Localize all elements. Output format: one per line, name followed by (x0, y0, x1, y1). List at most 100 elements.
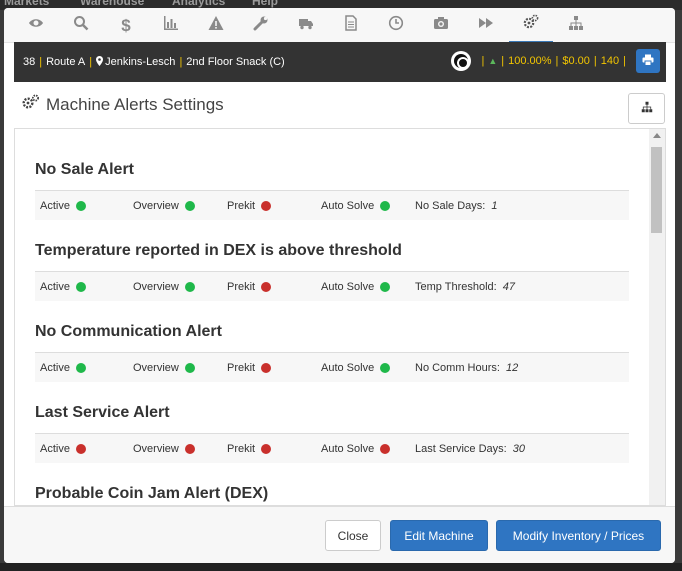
cash-amount: $0.00 (562, 55, 590, 67)
status-dot (261, 444, 272, 454)
nav-warehouse[interactable]: Warehouse (80, 0, 144, 8)
item-count: 140 (600, 55, 620, 67)
prekit-setting[interactable]: Prekit (227, 281, 272, 293)
modify-inventory-button[interactable]: Modify Inventory / Prices (496, 520, 661, 551)
auto-solve-setting[interactable]: Auto Solve (321, 443, 391, 455)
status-dot (380, 444, 391, 454)
separator: | (555, 55, 559, 67)
alert-parameter: No Comm Hours: 12 (415, 362, 519, 374)
active-setting[interactable]: Active (40, 281, 86, 293)
map-marker-icon (96, 55, 104, 69)
tab-truck[interactable] (284, 8, 328, 43)
machine-modal: $ 38 | Route A | Jenkins-Lesch | 2nd Flo… (4, 8, 675, 563)
active-setting[interactable]: Active (40, 362, 86, 374)
tab-hierarchy[interactable] (554, 8, 598, 43)
close-button[interactable]: Close (325, 520, 381, 551)
alert-parameter: No Sale Days: 1 (415, 200, 498, 212)
separator: | (179, 56, 183, 68)
background-table-edge (0, 563, 682, 571)
truck-icon (298, 15, 314, 36)
machine-id: 38 (23, 56, 36, 68)
alert-parameter: Temp Threshold: 47 (415, 281, 515, 293)
nav-help[interactable]: Help (252, 0, 278, 8)
alerts-panel[interactable]: No Sale Alert Active Overview Prekit Aut… (14, 128, 666, 506)
tab-eye[interactable] (14, 8, 58, 43)
overview-setting[interactable]: Overview (133, 281, 195, 293)
tab-alerts[interactable] (194, 8, 238, 43)
wrench-icon (253, 15, 269, 36)
status-dot (380, 282, 391, 292)
tab-service[interactable] (239, 8, 283, 43)
overview-setting[interactable]: Overview (133, 362, 195, 374)
route-name: Route A (46, 56, 86, 68)
auto-solve-setting[interactable]: Auto Solve (321, 200, 391, 212)
alert-settings-row: Active Overview Prekit Auto Solve Temp T… (35, 271, 629, 301)
hierarchy-button[interactable] (628, 93, 665, 124)
separator: | (39, 56, 43, 68)
separator: | (89, 56, 93, 68)
gears-icon (22, 94, 46, 115)
gears-icon (523, 14, 539, 35)
icon-tab-bar: $ (4, 8, 675, 43)
status-dot (380, 201, 391, 211)
clock-icon (388, 15, 404, 36)
status-dot (261, 363, 272, 373)
location-name: Jenkins-Lesch (105, 56, 176, 68)
print-button[interactable] (636, 49, 660, 73)
settings-header: Machine Alerts Settings (22, 94, 224, 115)
overview-setting[interactable]: Overview (133, 443, 195, 455)
scroll-up-arrow-icon[interactable] (653, 133, 661, 138)
page-title: Machine Alerts Settings (46, 94, 224, 114)
prekit-setting[interactable]: Prekit (227, 362, 272, 374)
tab-camera[interactable] (419, 8, 463, 43)
separator: | (481, 55, 485, 67)
auto-solve-setting[interactable]: Auto Solve (321, 362, 391, 374)
alert-settings-row: Active Overview Prekit Auto Solve No Com… (35, 352, 629, 382)
machine-name: 2nd Floor Snack (C) (186, 56, 285, 68)
auto-solve-setting[interactable]: Auto Solve (321, 281, 391, 293)
edit-machine-button[interactable]: Edit Machine (390, 520, 488, 551)
status-dot (184, 282, 195, 292)
search-icon (73, 15, 89, 36)
signal-icon: ▲ (488, 56, 498, 66)
tab-forward[interactable] (464, 8, 508, 43)
bar-chart-icon (163, 15, 179, 36)
alert-settings-row: Active Overview Prekit Auto Solve Last S… (35, 433, 629, 463)
tab-history[interactable] (374, 8, 418, 43)
warning-icon (208, 15, 224, 36)
panel-scrollbar[interactable] (649, 129, 665, 505)
print-icon (642, 54, 654, 69)
prekit-setting[interactable]: Prekit (227, 443, 272, 455)
nav-analytics[interactable]: Analytics (172, 0, 225, 8)
scroll-thumb[interactable] (651, 147, 662, 233)
status-dot (75, 363, 86, 373)
tab-chart[interactable] (149, 8, 193, 43)
alert-parameter: Last Service Days: 30 (415, 443, 525, 455)
status-dot (184, 363, 195, 373)
dollar-icon: $ (121, 15, 131, 35)
alert-title: No Sale Alert (35, 161, 134, 178)
separator: | (623, 55, 626, 67)
brand-logo (451, 51, 472, 71)
nav-markets[interactable]: Markets (4, 0, 49, 8)
overview-setting[interactable]: Overview (133, 200, 195, 212)
prekit-setting[interactable]: Prekit (227, 200, 272, 212)
status-dot (380, 363, 391, 373)
tab-dollar[interactable]: $ (104, 8, 148, 43)
alert-title: No Communication Alert (35, 323, 222, 340)
active-setting[interactable]: Active (40, 200, 86, 212)
status-dot (75, 201, 86, 211)
status-dot (261, 201, 272, 211)
fast-forward-icon (478, 15, 494, 36)
tab-document[interactable] (329, 8, 373, 43)
active-setting[interactable]: Active (40, 443, 86, 455)
sitemap-icon (568, 15, 584, 36)
status-dot (75, 444, 86, 454)
separator: | (593, 55, 597, 67)
status-dot (75, 282, 86, 292)
modal-footer: Close Edit Machine Modify Inventory / Pr… (4, 506, 675, 563)
tab-settings[interactable] (509, 8, 553, 43)
tab-search[interactable] (59, 8, 103, 43)
alert-title: Last Service Alert (35, 404, 170, 421)
document-icon (343, 15, 359, 36)
